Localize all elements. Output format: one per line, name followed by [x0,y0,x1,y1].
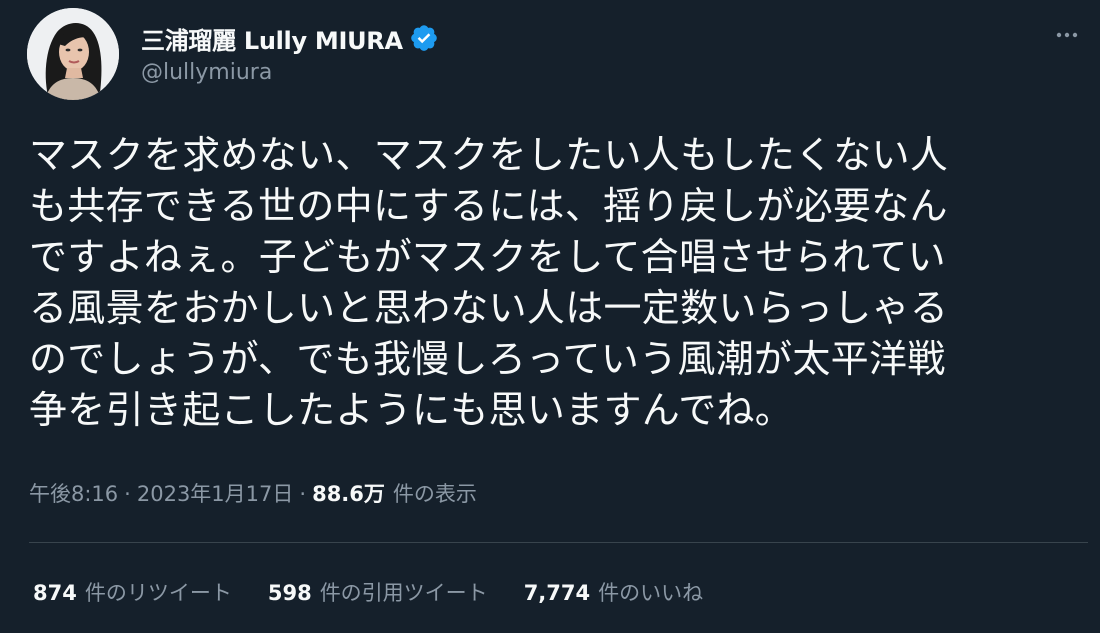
tweet-detail: 三浦瑠麗 Lully MIURA @lullymiura マスクを求めない、マス… [0,0,1100,633]
quote-tweets-count: 598 [267,581,312,605]
engagement-stats: 874 件のリツイート 598 件の引用ツイート 7,774 件のいいね [33,577,703,607]
meta-separator: · [124,482,131,506]
tweet-meta: 午後8:16 · 2023年1月17日 · 88.6万 件の表示 [29,478,477,508]
retweets-label: 件のリツイート [84,581,232,605]
author-handle[interactable]: @lullymiura [141,60,272,85]
likes-stat[interactable]: 7,774 件のいいね [524,577,703,607]
profile-photo [27,8,119,100]
divider [29,542,1088,543]
meta-separator-2: · [299,482,307,506]
likes-count: 7,774 [523,581,591,605]
avatar[interactable] [27,8,119,100]
verified-badge-icon[interactable] [409,23,439,53]
tweet-time[interactable]: 午後8:16 [29,478,118,508]
views-count[interactable]: 88.6万 [312,478,385,508]
tweet-text: マスクを求めない、マスクをしたい人もしたくない人 も共存できる世の中にするには、… [29,133,949,432]
likes-label: 件のいいね [598,581,704,605]
quote-tweets-stat[interactable]: 598 件の引用ツイート [268,577,488,607]
retweets-stat[interactable]: 874 件のリツイート [33,577,232,607]
retweets-count: 874 [33,581,77,605]
quote-tweets-label: 件の引用ツイート [319,581,488,605]
author-display-name[interactable]: 三浦瑠麗 Lully MIURA [141,21,403,56]
views-label[interactable]: 件の表示 [385,478,477,508]
author-name-row: 三浦瑠麗 Lully MIURA [141,18,439,58]
tweet-date[interactable]: 2023年1月17日 [137,478,294,508]
more-options-icon[interactable] [1050,18,1084,52]
